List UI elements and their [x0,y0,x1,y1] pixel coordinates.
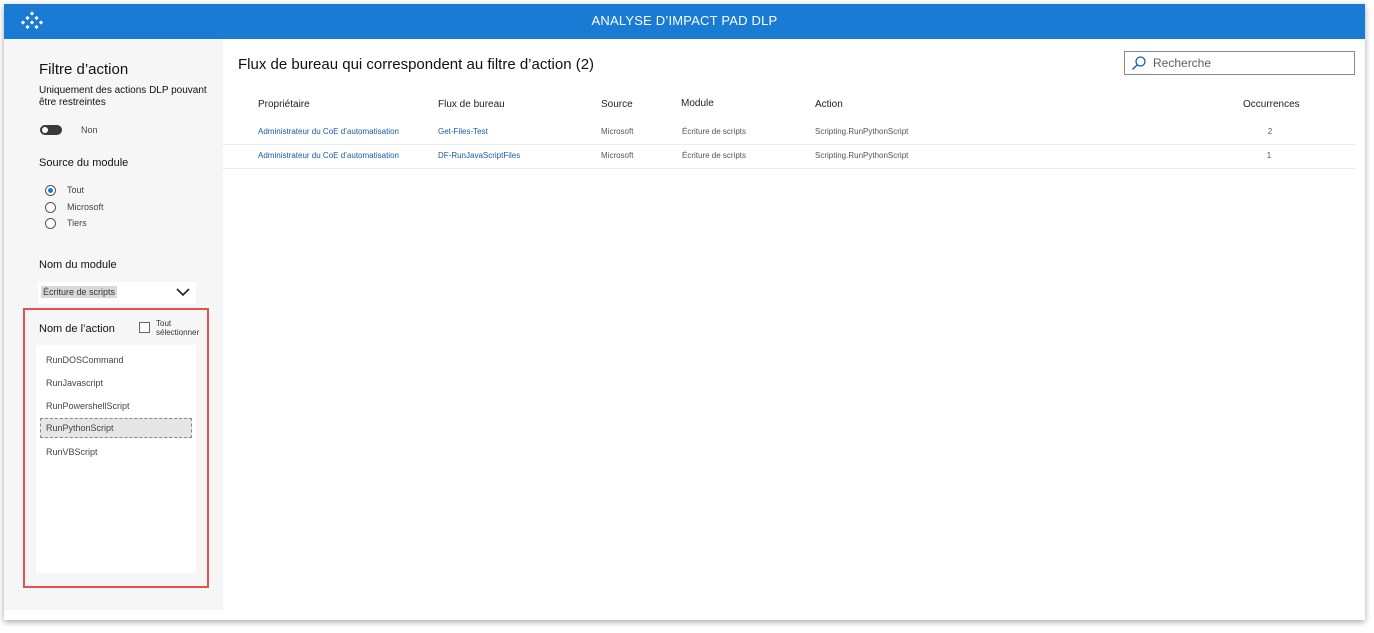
chevron-down-icon[interactable] [176,287,190,297]
radio-source-microsoft[interactable]: Microsoft [45,200,104,214]
occurrences-cell: 1 [1266,151,1272,160]
radio-source-all[interactable]: Tout [45,183,84,197]
desktop-flow-link[interactable]: DF-RunJavaScriptFiles [438,151,520,160]
owner-link[interactable]: Administrateur du CoE d’automatisation [258,127,399,136]
restrictable-actions-toggle[interactable] [40,125,62,135]
table-row[interactable]: Administrateur du CoE d’automatisation G… [223,121,1356,145]
source-cell: Microsoft [601,151,634,160]
action-name-label: Nom de l’action [39,323,115,335]
sidebar-title: Filtre d’action [39,61,129,78]
search-box[interactable] [1124,51,1355,75]
occurrences-cell: 2 [1267,127,1273,136]
radio-button[interactable] [45,201,56,213]
select-all-checkbox[interactable]: Tout sélectionner [139,319,199,337]
radio-label: Tout [67,185,85,195]
action-name-list[interactable]: RunDOSCommand RunJavascript RunPowershel… [36,345,196,573]
radio-button[interactable] [45,184,56,196]
column-header-action[interactable]: Action [815,99,843,110]
action-cell: Scripting.RunPythonScript [815,127,909,136]
search-input[interactable] [1153,55,1348,71]
app-title: ANALYSE D’IMPACT PAD DLP [591,13,778,28]
action-item-runpowershellscript[interactable]: RunPowershellScript [40,396,192,416]
toggle-state-label: Non [81,125,98,135]
restrictable-actions-label: Uniquement des actions DLP pouvant être … [39,85,207,108]
select-all-label: Tout sélectionner [156,319,200,337]
main-content: Flux de bureau qui correspondent au filt… [223,39,1365,620]
column-header-desktop-flow[interactable]: Flux de bureau [438,99,505,110]
column-header-source[interactable]: Source [601,99,633,110]
action-item-runjavascript[interactable]: RunJavascript [40,373,192,393]
column-header-module[interactable]: Module [681,98,714,109]
radio-source-third-party[interactable]: Tiers [45,216,87,230]
desktop-flow-link[interactable]: Get-Files-Test [438,127,488,136]
column-header-owner[interactable]: Propriétaire [258,99,310,110]
action-item-runpythonscript[interactable]: RunPythonScript [40,418,192,438]
module-name-label: Nom du module [39,259,117,271]
app-header: ANALYSE D’IMPACT PAD DLP [4,4,1365,39]
action-item-runvbscript[interactable]: RunVBScript [40,442,192,462]
table-row[interactable]: Administrateur du CoE d’automatisation D… [223,145,1356,169]
module-source-label: Source du module [39,157,129,169]
page-title: Flux de bureau qui correspondent au filt… [238,56,595,73]
module-name-dropdown[interactable]: Écriture de scripts [38,282,196,304]
source-cell: Microsoft [601,127,634,136]
module-cell: Écriture de scripts [682,127,747,136]
owner-link[interactable]: Administrateur du CoE d’automatisation [258,151,399,160]
action-cell: Scripting.RunPythonScript [815,151,909,160]
action-filter-sidebar: Filtre d’action Uniquement des actions D… [4,39,223,610]
dropdown-selected-value: Écriture de scripts [41,286,118,298]
column-header-occurrences[interactable]: Occurrences [1243,99,1300,110]
module-cell: Écriture de scripts [682,151,747,160]
checkbox[interactable] [139,322,150,333]
radio-label: Tiers [67,218,87,228]
radio-button[interactable] [45,217,56,229]
action-item-rundoscommand[interactable]: RunDOSCommand [40,350,192,370]
search-icon [1132,56,1146,70]
app-window: ANALYSE D’IMPACT PAD DLP Filtre d’action… [4,4,1365,620]
toggle-knob [42,127,48,133]
radio-label: Microsoft [67,202,104,212]
